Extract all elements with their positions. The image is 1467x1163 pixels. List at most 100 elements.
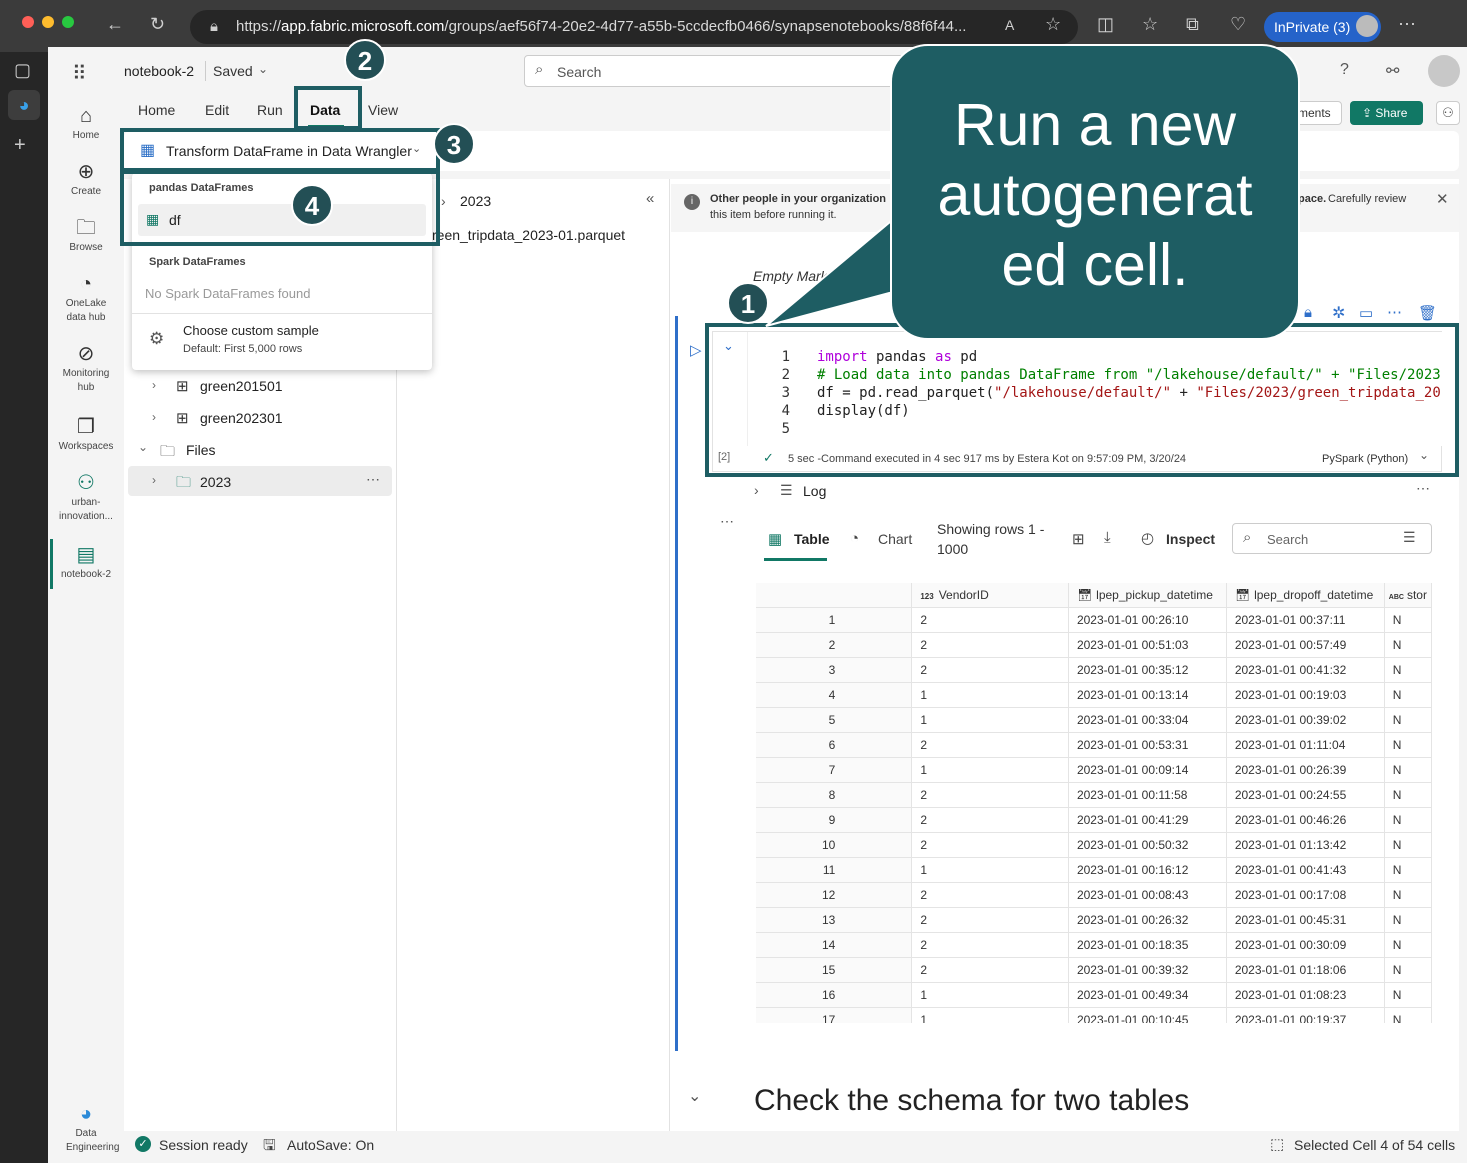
- tab-home[interactable]: Home: [138, 102, 175, 118]
- session-status[interactable]: Session ready: [159, 1137, 248, 1153]
- tab-view[interactable]: View: [368, 102, 398, 118]
- tab-run[interactable]: Run: [257, 102, 283, 118]
- rail-browse[interactable]: 🗀︎ Browse: [48, 215, 124, 255]
- table-row[interactable]: 16 1 2023-01-01 00:49:34 2023-01-01 01:08:2…: [756, 982, 1432, 1008]
- table-cell: N: [1384, 957, 1432, 983]
- comment-icon[interactable]: ▭: [1359, 304, 1373, 322]
- feedback-icon[interactable]: ⚯: [1386, 61, 1399, 81]
- help-icon[interactable]: ?: [1340, 61, 1349, 79]
- delete-icon[interactable]: 🗑︎: [1418, 304, 1437, 322]
- address-bar[interactable]: 🔒︎ https://app.fabric.microsoft.com/group…: [190, 10, 1078, 44]
- column-header-vendorid[interactable]: 123 VendorID: [911, 583, 1069, 608]
- rail-home[interactable]: ⌂ Home: [48, 103, 124, 143]
- table-row[interactable]: 7 1 2023-01-01 00:09:14 2023-01-01 00:26:39…: [756, 757, 1432, 783]
- table-row[interactable]: 15 2 2023-01-01 00:39:32 2023-01-01 01:18:0…: [756, 957, 1432, 983]
- output-tab-chart[interactable]: Chart: [878, 531, 912, 547]
- monitoring-icon: ⊘: [77, 343, 95, 365]
- collapse-panel-icon[interactable]: «: [646, 190, 654, 207]
- tab-actions-icon[interactable]: ▢: [14, 60, 31, 81]
- chevron-right-icon[interactable]: ›: [152, 410, 156, 424]
- close-window-button[interactable]: [22, 16, 34, 28]
- url-host: app.fabric.microsoft.com: [281, 18, 445, 35]
- back-icon[interactable]: ←: [106, 14, 124, 35]
- chevron-right-icon[interactable]: ›: [152, 378, 156, 392]
- table-row[interactable]: 10 2 2023-01-01 00:50:32 2023-01-01 01:13:4…: [756, 832, 1432, 858]
- freeze-icon[interactable]: ✲: [1332, 303, 1345, 323]
- tree-item-files[interactable]: Files: [186, 442, 216, 458]
- output-search-input[interactable]: ⌕ Search ☰: [1232, 523, 1432, 554]
- column-header-dropoff[interactable]: 📅︎ lpep_dropoff_datetime: [1226, 583, 1385, 608]
- maximize-window-button[interactable]: [62, 16, 74, 28]
- minimize-window-button[interactable]: [42, 16, 54, 28]
- favorites-icon[interactable]: ☆: [1142, 14, 1158, 35]
- favorite-star-icon[interactable]: ☆: [1045, 14, 1061, 35]
- saved-status[interactable]: Saved: [213, 63, 253, 79]
- tree-item-green202301[interactable]: green202301: [200, 410, 283, 426]
- column-settings-icon[interactable]: ⊞: [1072, 530, 1085, 548]
- table-row[interactable]: 12 2 2023-01-01 00:08:43 2023-01-01 00:17:0…: [756, 882, 1432, 908]
- chevron-down-icon[interactable]: ⌄: [138, 440, 148, 454]
- notebook-name[interactable]: notebook-2: [124, 63, 194, 79]
- filter-icon[interactable]: ☰: [1403, 529, 1416, 546]
- table-row[interactable]: 13 2 2023-01-01 00:26:32 2023-01-01 00:45:3…: [756, 907, 1432, 933]
- table-row[interactable]: 2 2 2023-01-01 00:51:03 2023-01-01 00:57:49…: [756, 632, 1432, 658]
- collections-icon[interactable]: ⧉: [1186, 14, 1199, 35]
- table-row[interactable]: 6 2 2023-01-01 00:53:31 2023-01-01 01:11:04…: [756, 732, 1432, 758]
- download-icon[interactable]: ⤓: [1104, 529, 1111, 546]
- rail-notebook[interactable]: ▤ notebook-2: [48, 542, 124, 582]
- table-row[interactable]: 1 2 2023-01-01 00:26:10 2023-01-01 00:37:11…: [756, 607, 1432, 633]
- chevron-down-icon[interactable]: ⌄: [258, 62, 268, 76]
- tree-item-2023-row[interactable]: › 🗀︎ 2023 ⋯: [128, 466, 392, 496]
- table-row[interactable]: 8 2 2023-01-01 00:11:58 2023-01-01 00:24:55…: [756, 782, 1432, 808]
- run-cell-icon[interactable]: ▷: [690, 341, 702, 359]
- avatar: [1356, 15, 1378, 37]
- banner-text-bold-tail: pace.: [1298, 193, 1327, 205]
- table-row[interactable]: 3 2 2023-01-01 00:35:12 2023-01-01 00:41:32…: [756, 657, 1432, 683]
- fabric-tab-icon[interactable]: ◕: [8, 90, 40, 120]
- output-more-icon[interactable]: ⋯: [720, 513, 734, 530]
- health-icon[interactable]: ♡: [1230, 14, 1246, 35]
- table-row[interactable]: 9 2 2023-01-01 00:41:29 2023-01-01 00:46:26…: [756, 807, 1432, 833]
- log-toggle[interactable]: Log: [803, 483, 826, 499]
- close-icon[interactable]: ✕: [1436, 190, 1449, 208]
- collapse-section-icon[interactable]: ⌄: [688, 1086, 701, 1106]
- chevron-right-icon[interactable]: ›: [754, 482, 759, 498]
- new-tab-icon[interactable]: +: [14, 134, 26, 157]
- output-tab-table[interactable]: Table: [794, 531, 830, 547]
- inprivate-badge[interactable]: InPrivate (3): [1264, 12, 1381, 42]
- column-header-store[interactable]: ABC stor: [1384, 583, 1432, 608]
- search-input[interactable]: ⌕ Search: [524, 55, 904, 87]
- rail-workspaces[interactable]: ❐ Workspaces: [48, 414, 124, 454]
- tab-edit[interactable]: Edit: [205, 102, 229, 118]
- column-header-pickup[interactable]: 📅︎ lpep_pickup_datetime: [1068, 583, 1227, 608]
- rail-onelake[interactable]: ◔ OneLake data hub: [48, 271, 124, 325]
- rail-experience-switcher[interactable]: ◕ Data Engineering: [48, 1101, 124, 1155]
- tree-item-green201501[interactable]: green201501: [200, 378, 283, 394]
- file-parquet[interactable]: reen_tripdata_2023-01.parquet: [432, 227, 625, 243]
- lock-icon[interactable]: 🔒︎: [1304, 304, 1312, 321]
- rail-create[interactable]: ⊕ Create: [48, 159, 124, 199]
- collaborators-icon[interactable]: ⚇: [1436, 101, 1460, 125]
- chevron-right-icon[interactable]: ›: [441, 193, 446, 209]
- rail-monitoring[interactable]: ⊘ Monitoring hub: [48, 341, 124, 395]
- table-row[interactable]: 14 2 2023-01-01 00:18:35 2023-01-01 00:30:0…: [756, 932, 1432, 958]
- more-options-icon[interactable]: ⋯: [366, 471, 380, 488]
- account-avatar[interactable]: [1428, 55, 1460, 87]
- app-launcher-icon[interactable]: ⠿: [72, 61, 87, 86]
- more-icon[interactable]: ⋯: [1416, 480, 1430, 497]
- share-button[interactable]: ⇪ Share: [1350, 101, 1423, 125]
- autosave-status[interactable]: AutoSave: On: [287, 1137, 374, 1153]
- table-row[interactable]: 4 1 2023-01-01 00:13:14 2023-01-01 00:19:03…: [756, 682, 1432, 708]
- more-icon[interactable]: ⋯: [1387, 303, 1402, 321]
- table-row[interactable]: 5 1 2023-01-01 00:33:04 2023-01-01 00:39:02…: [756, 707, 1432, 733]
- split-screen-icon[interactable]: ◫: [1097, 14, 1114, 35]
- read-aloud-icon[interactable]: A: [1005, 17, 1014, 33]
- table-row[interactable]: 11 1 2023-01-01 00:16:12 2023-01-01 00:41:4…: [756, 857, 1432, 883]
- refresh-icon[interactable]: ↻: [150, 14, 165, 35]
- more-icon[interactable]: ⋯: [1398, 14, 1416, 35]
- gear-icon: ⚙: [149, 329, 165, 348]
- inspect-button[interactable]: Inspect: [1166, 531, 1215, 547]
- choose-custom-sample[interactable]: ⚙ Choose custom sample Default: First 5,…: [132, 319, 432, 365]
- rail-workspace-urban[interactable]: ⚇ urban-innovation...: [48, 470, 124, 524]
- table-row[interactable]: 17 1 2023-01-01 00:10:45 2023-01-01 00:19:3…: [756, 1007, 1432, 1023]
